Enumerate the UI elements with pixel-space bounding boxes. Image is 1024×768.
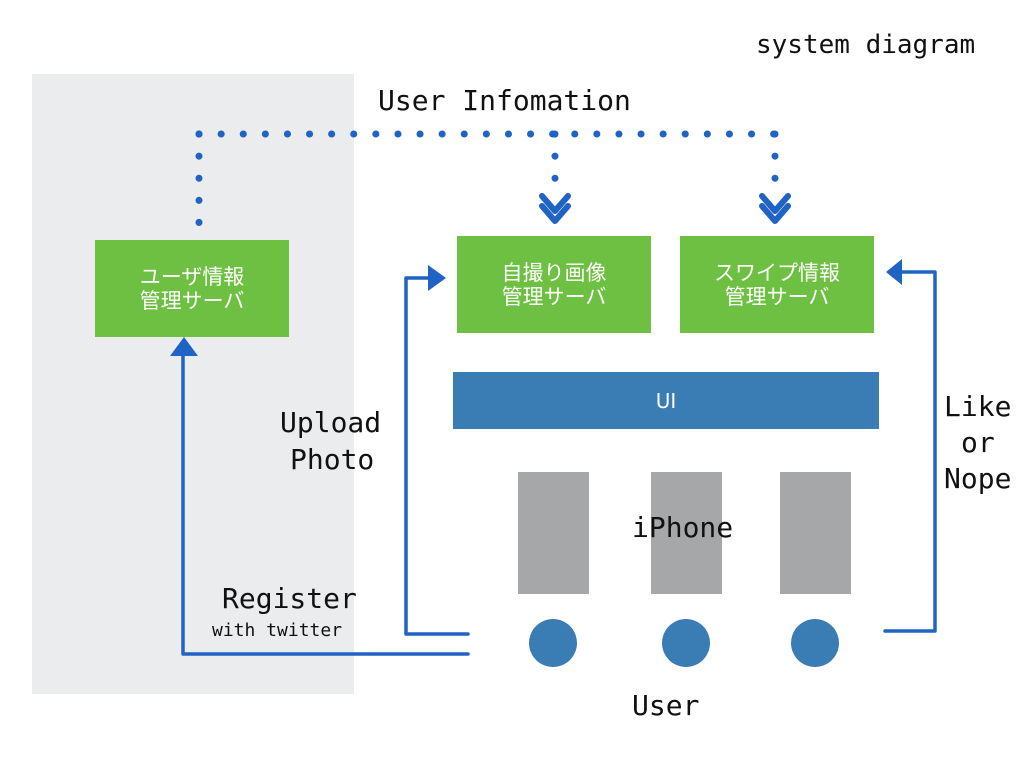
user-label: User [632,689,700,722]
selfie-server-line1: 自撮り画像 [501,260,607,285]
upload-label: Upload [280,406,382,439]
ui-layer-label: UI [655,388,677,413]
swipe-server: スワイプ情報 管理サーバ [680,236,874,333]
swipe-down-arrow [759,193,791,224]
upload-arrow-head [428,265,446,291]
register-arrow-head [170,337,198,356]
user-avatar [791,619,839,667]
selfie-down-arrow [539,193,571,224]
user-avatar [662,619,710,667]
like-label: Like [944,390,1012,423]
iphone-device [518,472,589,594]
user-info-server: ユーザ情報 管理サーバ [95,240,289,337]
or-label: or [961,426,995,459]
user-avatar [529,619,577,667]
iphone-label: iPhone [632,511,734,544]
photo-label: Photo [290,443,375,476]
selfie-server-line2: 管理サーバ [501,284,607,309]
swipe-arrow-path [883,270,937,633]
user-info-server-line2: 管理サーバ [139,288,245,313]
nope-label: Nope [944,462,1012,495]
swipe-arrow-head [886,259,902,285]
iphone-device [780,472,851,594]
selfie-server: 自撮り画像 管理サーバ [457,236,651,333]
user-info-server-line1: ユーザ情報 [139,264,245,289]
ui-layer-bar: UI [453,372,879,429]
system-diagram-canvas: system diagram User Infomation ユーザ情報 管理サ… [0,0,1024,768]
user-information-dotted-path [195,130,783,236]
with-twitter-label: with twitter [212,620,343,641]
swipe-server-line2: 管理サーバ [724,284,830,309]
swipe-server-line1: スワイプ情報 [714,260,840,285]
register-label: Register [222,582,357,615]
